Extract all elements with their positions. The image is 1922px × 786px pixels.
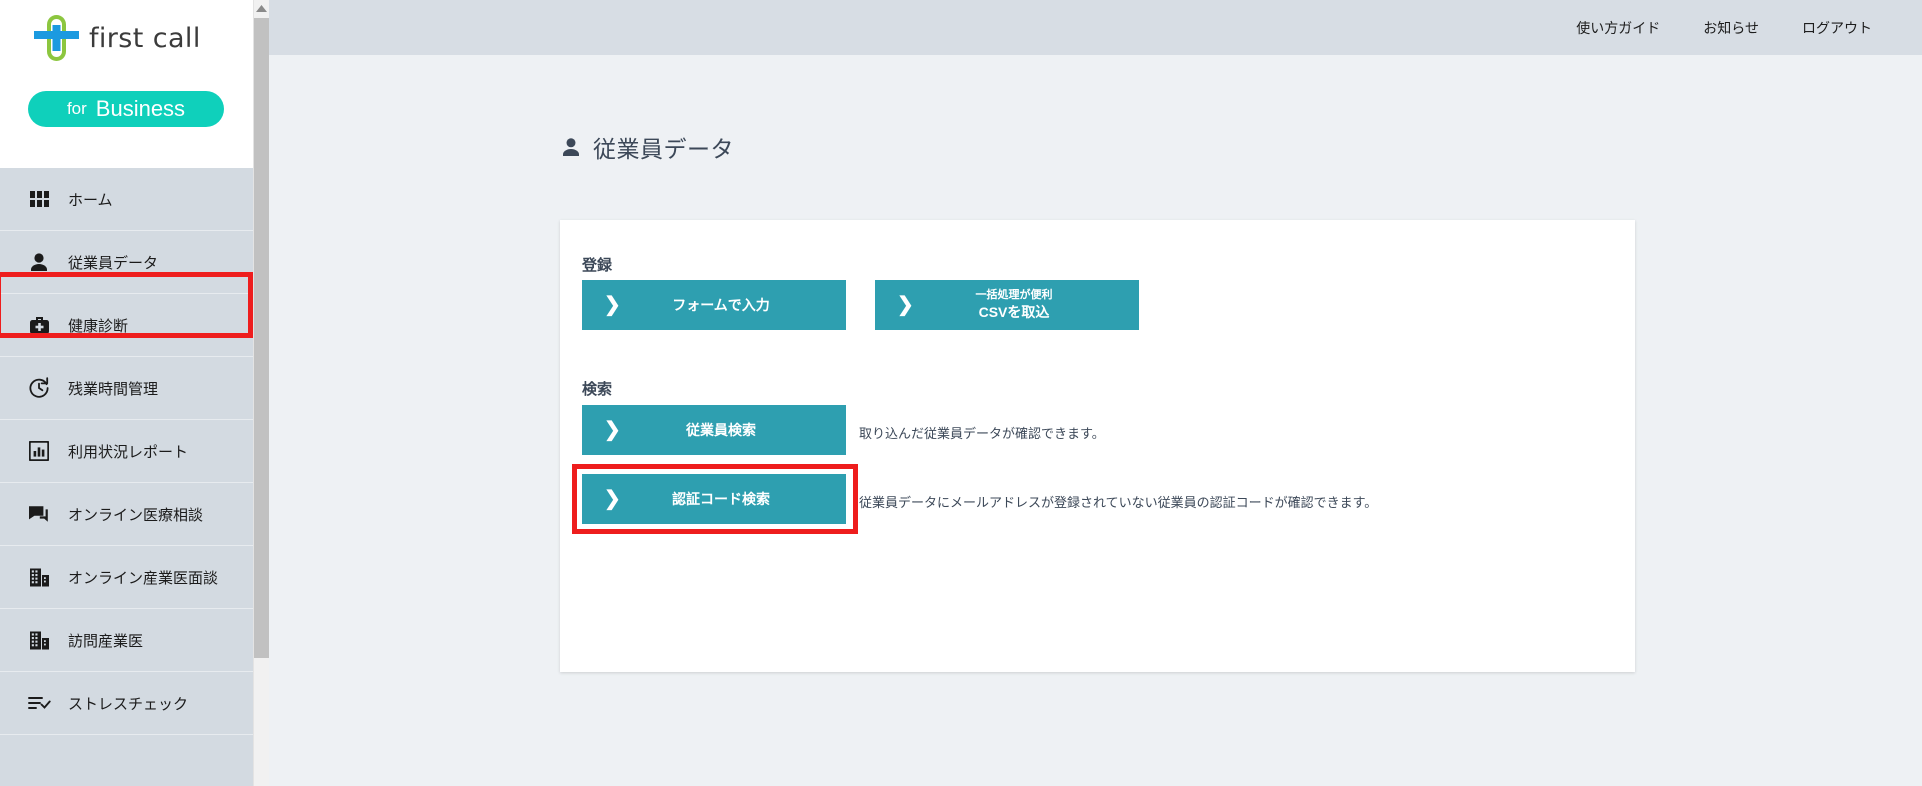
header-link-notifications[interactable]: お知らせ: [1703, 18, 1759, 38]
person-icon: [26, 249, 52, 275]
person-icon: [560, 136, 582, 158]
sidebar-item-label: ストレスチェック: [68, 695, 189, 713]
sidebar-item-online-medical-consultation[interactable]: オンライン医療相談: [0, 483, 253, 546]
sidebar-item-label: 利用状況レポート: [68, 443, 189, 461]
auth-code-search-button[interactable]: ❯ 認証コード検索: [582, 474, 846, 524]
employee-search-button[interactable]: ❯ 従業員検索: [582, 405, 846, 455]
clock-refresh-icon: [26, 375, 52, 401]
bar-chart-icon: [26, 438, 52, 464]
top-header: 使い方ガイド お知らせ ログアウト: [269, 0, 1922, 55]
sidebar-item-label: 健康診断: [68, 317, 129, 335]
chevron-right-icon: ❯: [604, 488, 621, 510]
first-call-cross-logo-icon: [34, 14, 79, 62]
app-window: first call for Business ホーム 従業員データ 健康診断 …: [0, 0, 1922, 786]
grid-icon: [26, 186, 52, 212]
form-input-button[interactable]: ❯ フォームで入力: [582, 280, 846, 330]
sidebar-item-home[interactable]: ホーム: [0, 168, 253, 231]
sidebar-logo-area: first call for Business: [0, 0, 253, 168]
chat-bubble-icon: [26, 501, 52, 527]
sidebar-item-label: 従業員データ: [68, 254, 159, 272]
auth-code-search-description: 従業員データにメールアドレスが登録されていない従業員の認証コードが確認できます。: [859, 495, 1378, 510]
sidebar-item-employee-data[interactable]: 従業員データ: [0, 231, 253, 294]
brand-for-business-pill: for Business: [28, 91, 224, 127]
csv-import-button-mainlabel: CSVを取込: [978, 303, 1050, 320]
header-link-logout[interactable]: ログアウト: [1802, 18, 1872, 38]
scroll-up-arrow-icon[interactable]: [254, 0, 269, 17]
section-heading-search: 検索: [582, 381, 613, 398]
sidebar-item-visiting-occupational-physician[interactable]: 訪問産業医: [0, 609, 253, 672]
sidebar-item-usage-report[interactable]: 利用状況レポート: [0, 420, 253, 483]
sidebar: first call for Business ホーム 従業員データ 健康診断 …: [0, 0, 253, 786]
sidebar-item-stress-check[interactable]: ストレスチェック: [0, 672, 253, 735]
sidebar-item-label: 訪問産業医: [68, 632, 144, 650]
brand-logo[interactable]: first call: [34, 14, 201, 62]
medical-bag-icon: [26, 312, 52, 338]
sidebar-item-health-checkup[interactable]: 健康診断: [0, 294, 253, 357]
sidebar-item-label: オンライン産業医面談: [68, 569, 219, 587]
sidebar-item-online-occupational-physician-interview[interactable]: オンライン産業医面談: [0, 546, 253, 609]
pill-prefix-label: for: [66, 99, 87, 118]
list-check-icon: [26, 690, 52, 716]
scrollbar-thumb[interactable]: [254, 18, 269, 658]
sidebar-item-label: 残業時間管理: [68, 380, 159, 398]
sidebar-item-label: オンライン医療相談: [68, 506, 204, 524]
page-title: 従業員データ: [560, 130, 734, 164]
header-link-usage-guide[interactable]: 使い方ガイド: [1576, 18, 1660, 38]
brand-wordmark: first call: [89, 22, 201, 54]
csv-import-button-sublabel: 一括処理が便利: [975, 289, 1053, 302]
employee-search-button-label: 従業員検索: [686, 421, 756, 438]
sidebar-scrollbar[interactable]: [253, 0, 269, 786]
sidebar-item-label: ホーム: [68, 191, 113, 209]
csv-import-button-label: 一括処理が便利 CSVを取込: [875, 288, 1139, 322]
auth-code-search-button-label: 認証コード検索: [672, 490, 770, 507]
building-icon: [26, 627, 52, 653]
header-links: 使い方ガイド お知らせ ログアウト: [1576, 18, 1922, 38]
building-icon: [26, 564, 52, 590]
page-title-label: 従業員データ: [593, 136, 734, 162]
csv-import-button[interactable]: ❯ 一括処理が便利 CSVを取込: [875, 280, 1139, 330]
sidebar-nav: ホーム 従業員データ 健康診断 残業時間管理 利用状況レポート オンライン医療相…: [0, 168, 253, 735]
employee-data-card: 登録 ❯ フォームで入力 ❯ 一括処理が便利 CSVを取込 検索 ❯ 従業員検索…: [560, 220, 1635, 672]
pill-name-label: Business: [95, 96, 186, 121]
section-heading-register: 登録: [582, 257, 613, 274]
employee-search-description: 取り込んだ従業員データが確認できます。: [859, 426, 1105, 441]
chevron-right-icon: ❯: [604, 294, 621, 316]
main-content: 従業員データ 登録 ❯ フォームで入力 ❯ 一括処理が便利 CSVを取込 検索 …: [269, 55, 1922, 786]
sidebar-item-overtime-management[interactable]: 残業時間管理: [0, 357, 253, 420]
chevron-right-icon: ❯: [604, 419, 621, 441]
chevron-right-icon: ❯: [897, 294, 914, 316]
form-input-button-label: フォームで入力: [672, 296, 770, 313]
